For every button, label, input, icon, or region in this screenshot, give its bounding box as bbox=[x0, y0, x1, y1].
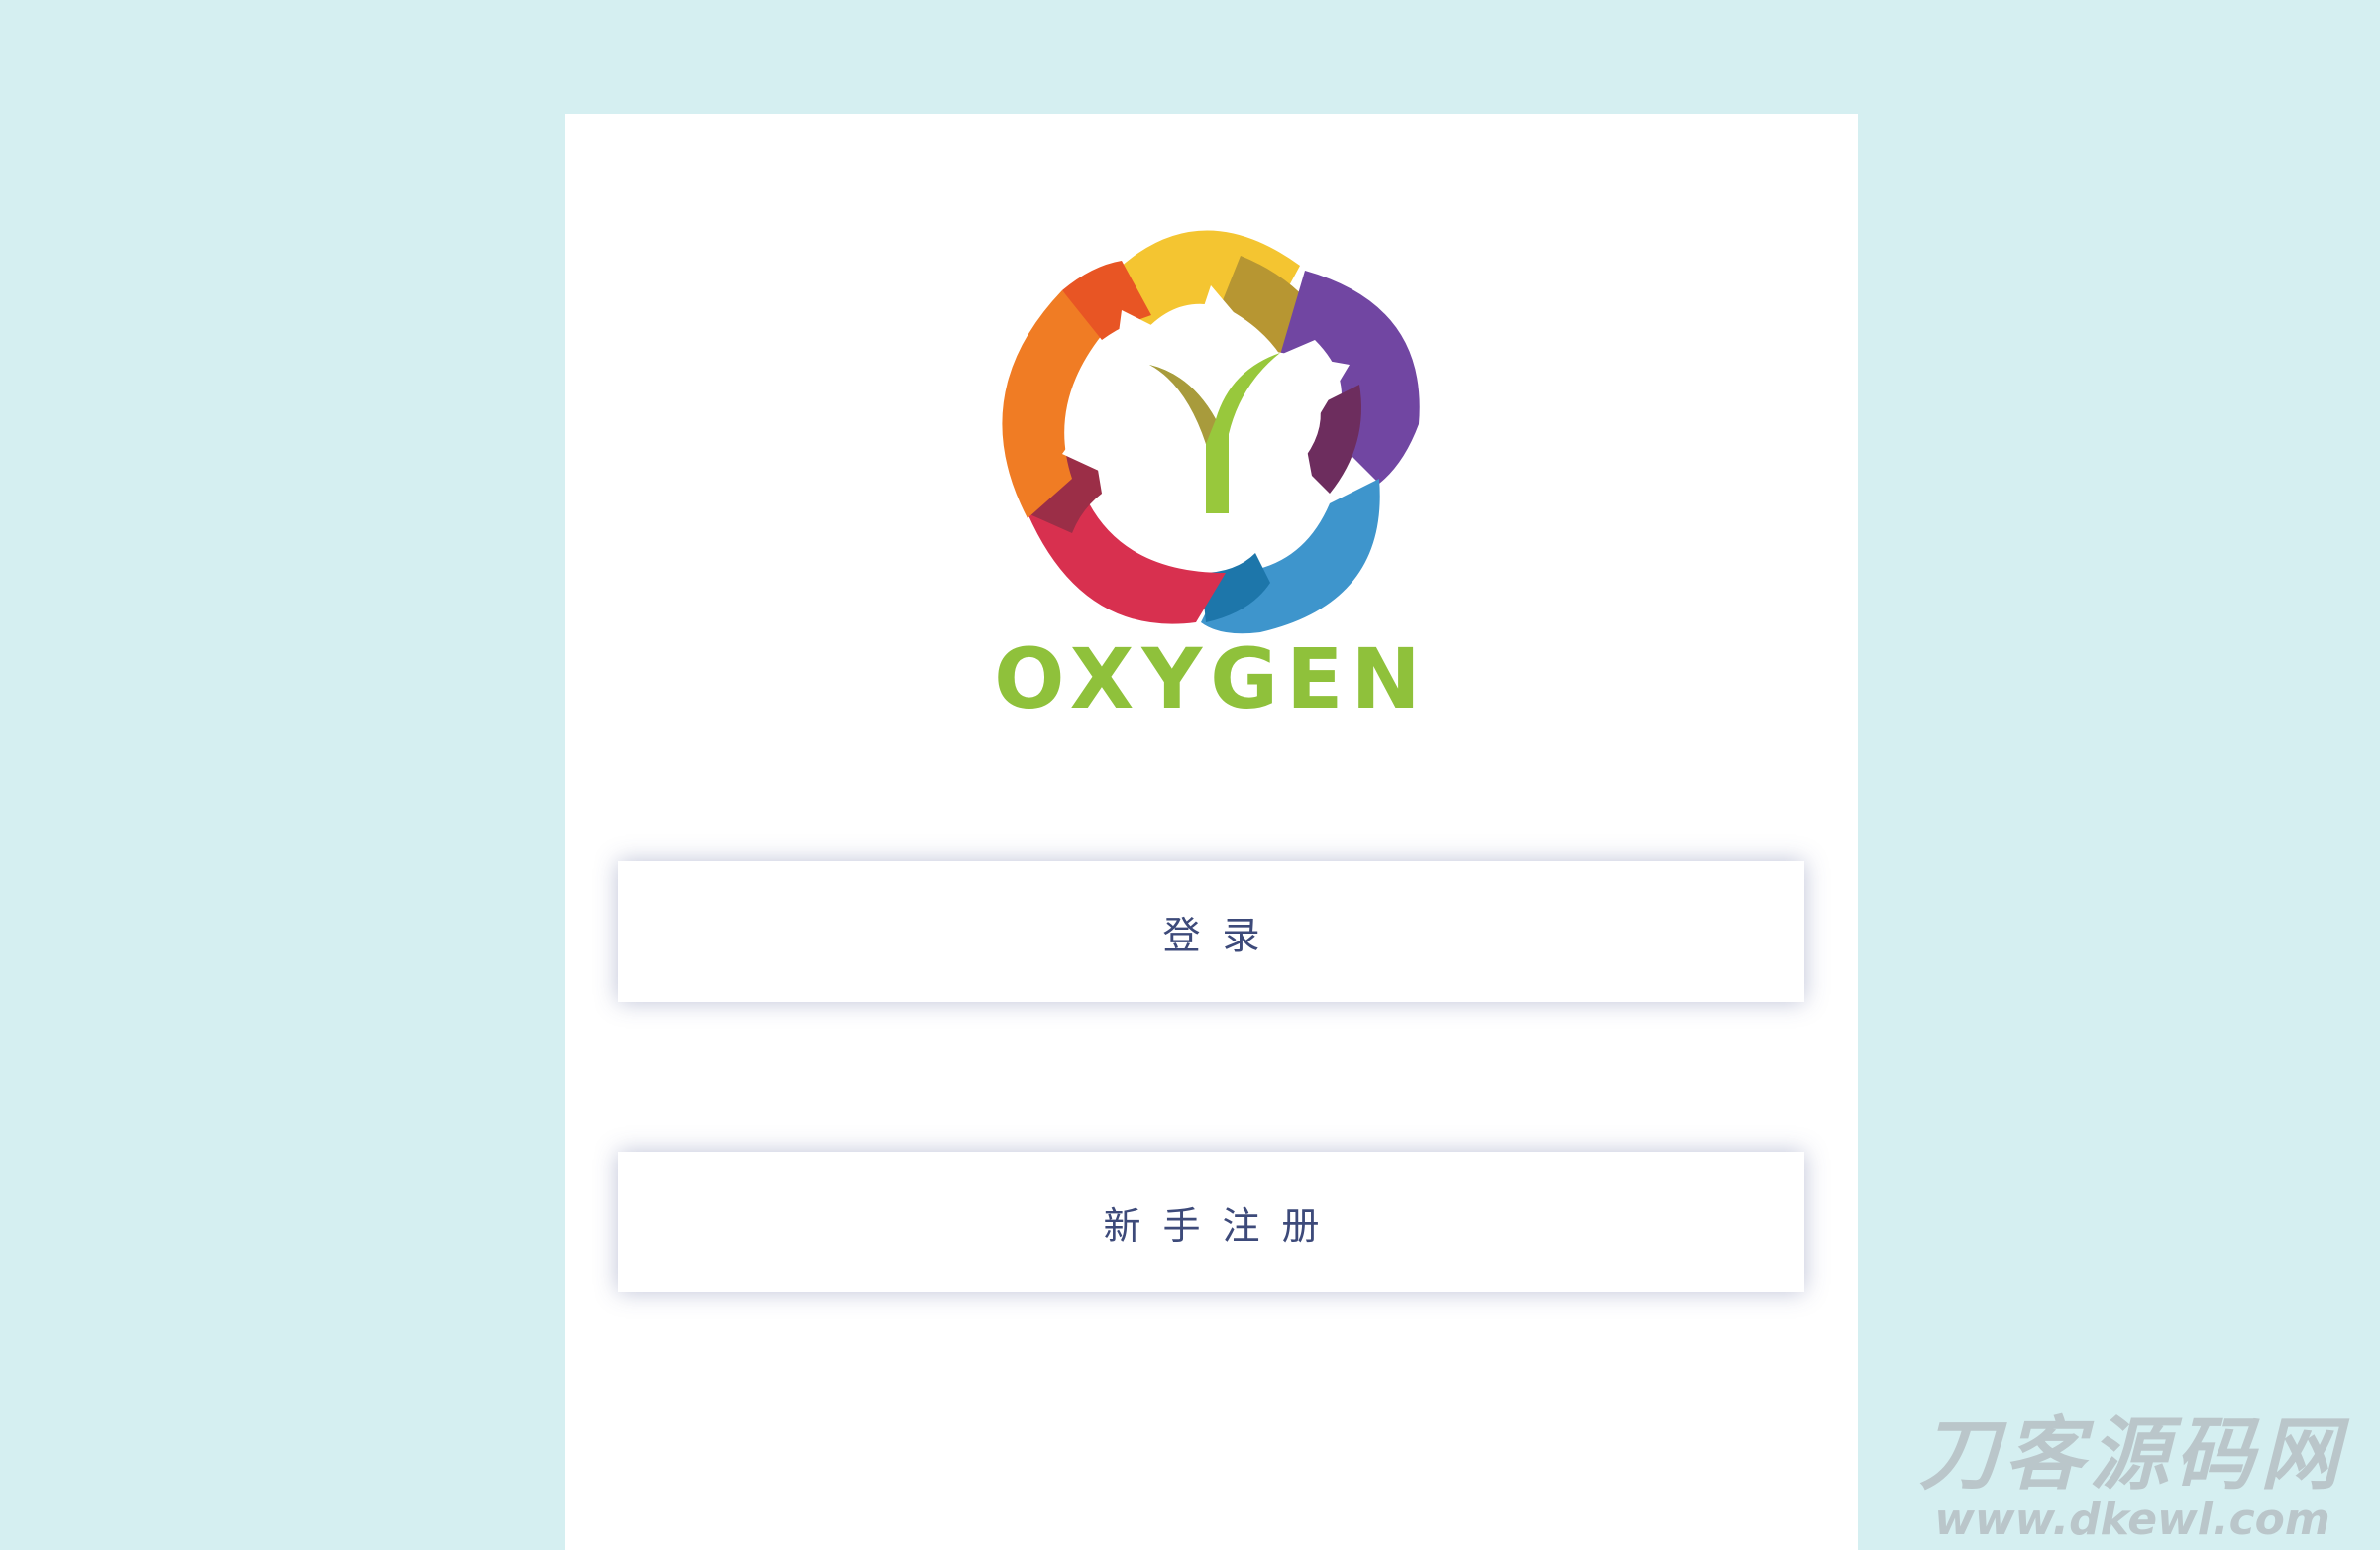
watermark: 刀客源码网 www.dkewl.com bbox=[1904, 1415, 2360, 1542]
login-panel: OXYGEN 登录 新手注册 bbox=[565, 114, 1858, 1550]
flower-y-logo-icon bbox=[1002, 230, 1420, 634]
brand-name: OXYGEN bbox=[994, 630, 1429, 727]
register-button[interactable]: 新手注册 bbox=[618, 1152, 1804, 1292]
register-button-label: 新手注册 bbox=[1103, 1203, 1342, 1248]
watermark-title: 刀客源码网 bbox=[1919, 1408, 2345, 1500]
watermark-url: www.dkewl.com bbox=[1934, 1495, 2330, 1545]
login-button-label: 登录 bbox=[1162, 913, 1282, 957]
logo: OXYGEN bbox=[565, 142, 1858, 776]
login-button[interactable]: 登录 bbox=[618, 861, 1804, 1002]
